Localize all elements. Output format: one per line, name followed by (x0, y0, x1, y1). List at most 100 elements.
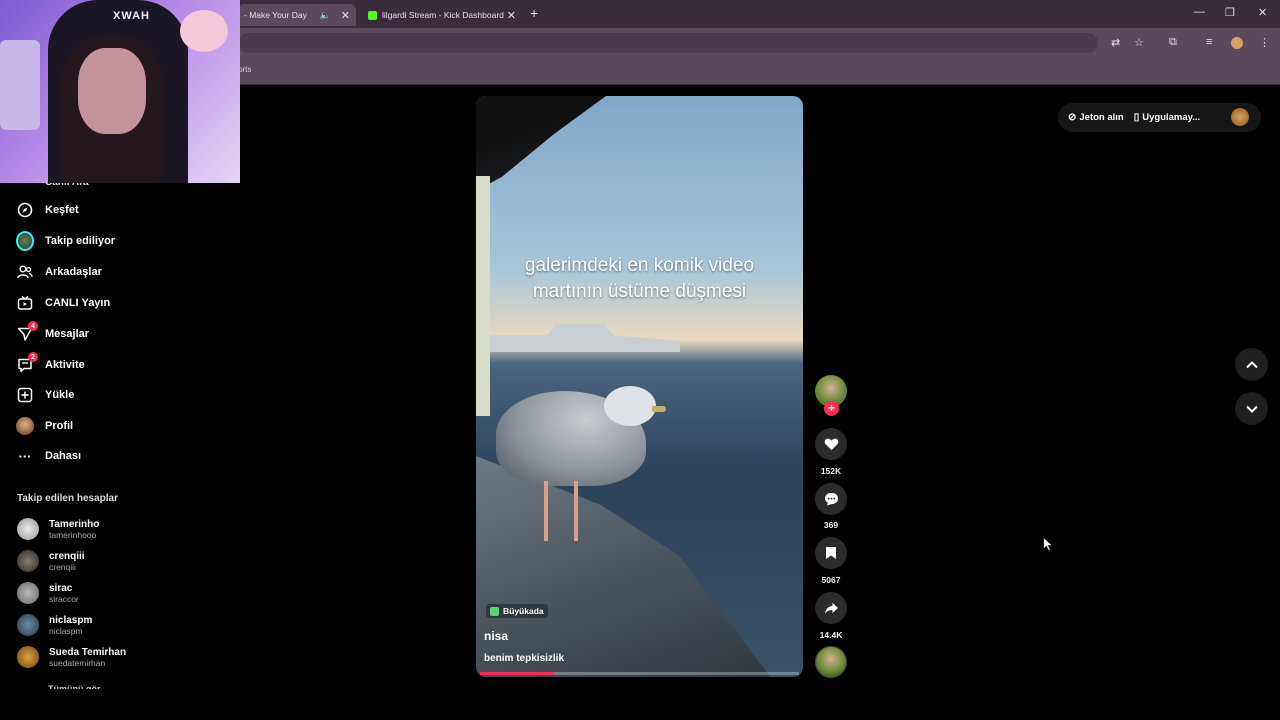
video-author[interactable]: nisa (484, 629, 508, 643)
account-handle: suedatemirhan (49, 657, 106, 668)
phone-icon: ▯ (1133, 112, 1140, 123)
followed-account[interactable]: niclaspm niclaspm (17, 614, 92, 636)
menu-icon[interactable]: ⋮ (1259, 36, 1270, 49)
account-name: Tamerinho (49, 518, 100, 530)
coin-icon: ⊘ (1068, 112, 1077, 123)
caption-line: martının üstüme düşmesi (532, 281, 747, 302)
next-video-button[interactable] (1235, 392, 1268, 425)
followed-accounts-title: Takip edilen hesaplar (17, 493, 118, 504)
webcam-plush-toy (180, 10, 228, 52)
sidebar-item-more[interactable]: ··· Dahası (16, 447, 82, 465)
get-app-button[interactable]: ▯ Uygulamay... (1134, 112, 1200, 123)
bookmark-item[interactable]: orts (238, 65, 251, 74)
webcam-person-face (78, 48, 146, 134)
account-name: crenqiii (49, 550, 85, 562)
save-button[interactable] (815, 537, 847, 569)
sidebar-item-profile[interactable]: Profil (16, 417, 73, 435)
previous-video-button[interactable] (1235, 348, 1268, 381)
profile-avatar-icon (16, 417, 34, 435)
video-progress-bar[interactable] (480, 672, 799, 675)
sidebar-item-messages[interactable]: 4 Mesajlar (16, 321, 90, 343)
account-handle: siraccor (49, 593, 79, 604)
sidebar-item-label: Yükle (45, 389, 75, 401)
star-icon[interactable]: ☆ (1134, 36, 1144, 49)
upload-icon (16, 386, 34, 404)
compass-icon (16, 201, 34, 219)
sidebar-item-label: CANLI Yayın (45, 297, 111, 309)
tab-kick-dashboard[interactable]: lilgardi Stream - Kick Dashboard ✕ (362, 4, 522, 26)
followed-account[interactable]: sirac siraccor (17, 582, 79, 604)
followed-account[interactable]: crenqiii crenqiii (17, 550, 85, 572)
account-name: sirac (49, 582, 73, 594)
profile-icon[interactable] (1231, 37, 1243, 49)
media-control-icon[interactable]: ≡ (1206, 36, 1212, 48)
sidebar-item-label: Takip ediliyor (45, 235, 116, 247)
avatar (17, 646, 39, 668)
sidebar-item-activity[interactable]: 2 Aktivite (16, 352, 85, 374)
sidebar-item-label: Keşfet (45, 204, 79, 216)
video-progress-fill (480, 672, 554, 675)
tab-make-your-day[interactable]: - Make Your Day 🔈 ✕ (238, 4, 356, 26)
webcam-chair-logo: XWAH (113, 10, 150, 22)
kick-logo-icon (368, 10, 377, 20)
like-count: 152K (820, 466, 842, 476)
video-description: benim tepkisizlik (484, 653, 565, 664)
bookmark-icon (826, 547, 836, 559)
seagull-leg (544, 481, 548, 541)
webcam-background-item (0, 40, 40, 130)
sidebar-item-label: Aktivite (45, 359, 85, 371)
following-avatar-icon (16, 231, 34, 251)
follow-plus-icon[interactable]: + (824, 401, 839, 416)
close-window-button[interactable]: ✕ (1258, 6, 1267, 19)
location-tag[interactable]: Büyükada (486, 604, 548, 618)
sidebar-item-live[interactable]: CANLI Yayın (16, 294, 110, 312)
activity-badge: 2 (28, 352, 38, 362)
followed-account[interactable]: Sueda Temirhan suedatemirhan (17, 646, 126, 668)
video-ferries (490, 324, 680, 352)
account-name: niclaspm (49, 614, 93, 626)
sidebar-item-following[interactable]: Takip ediliyor (16, 231, 116, 251)
avatar (17, 582, 39, 604)
messages-badge: 4 (28, 321, 38, 331)
tab-title: - Make Your Day (244, 10, 307, 20)
account-handle: niclaspm (49, 625, 83, 636)
see-all-link[interactable]: Tümünü gör (48, 684, 101, 689)
minimize-button[interactable]: — (1194, 6, 1205, 18)
new-tab-button[interactable]: + (530, 5, 538, 21)
webcam-overlay: XWAH (0, 0, 240, 183)
sidebar-item-explore[interactable]: Keşfet (16, 201, 79, 219)
heart-icon (824, 438, 838, 451)
sidebar-item-label: Mesajlar (45, 328, 90, 340)
comment-button[interactable] (815, 483, 847, 515)
translate-icon[interactable]: ⇄ (1111, 36, 1120, 49)
avatar (17, 550, 39, 572)
user-avatar[interactable] (1231, 108, 1249, 126)
followed-account[interactable]: Tamerinho tamerinhooo (17, 518, 99, 540)
video-player[interactable]: galerimdeki en komik video martının üstü… (476, 96, 803, 677)
avatar (17, 518, 39, 540)
speaker-icon[interactable]: 🔈 (320, 10, 331, 21)
avatar (17, 614, 39, 636)
music-disc-avatar[interactable] (815, 646, 847, 678)
caption-line: galerimdeki en komik video (524, 255, 755, 276)
seagull-head (604, 386, 656, 426)
share-button[interactable] (815, 592, 847, 624)
close-tab-icon[interactable]: ✕ (341, 9, 350, 22)
tab-title: lilgardi Stream - Kick Dashboard (382, 10, 504, 20)
close-tab-icon[interactable]: ✕ (507, 9, 516, 22)
maximize-button[interactable]: ❐ (1225, 6, 1235, 19)
messages-icon: 4 (16, 321, 38, 343)
sidebar-item-upload[interactable]: Yükle (16, 386, 74, 404)
account-handle: tamerinhooo (49, 529, 97, 540)
activity-icon: 2 (16, 352, 38, 374)
comment-icon (824, 492, 838, 506)
extensions-icon[interactable]: ⧉ (1169, 36, 1177, 49)
chevron-up-icon (1245, 360, 1258, 368)
share-icon (824, 602, 838, 614)
account-handle: crenqiii (49, 561, 76, 572)
get-coins-button[interactable]: ⊘ Jeton alın (1068, 112, 1124, 123)
omnibox[interactable] (238, 33, 1098, 53)
video-pier-roof (476, 96, 606, 191)
sidebar-item-friends[interactable]: Arkadaşlar (16, 263, 102, 281)
like-button[interactable] (815, 428, 847, 460)
